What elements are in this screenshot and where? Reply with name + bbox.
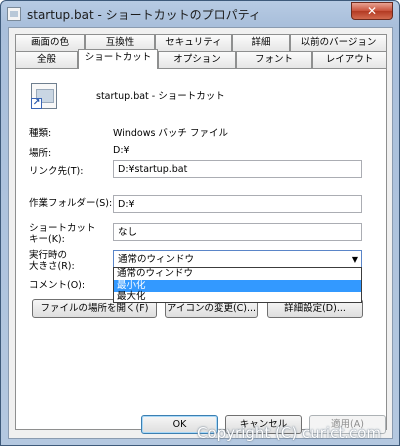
divider bbox=[29, 187, 363, 188]
shortcut-name: startup.bat - ショートカット bbox=[96, 91, 225, 102]
window-title: startup.bat - ショートカットのプロパティ bbox=[27, 8, 261, 22]
run-size-dropdown: 通常のウィンドウ 最小化 最大化 bbox=[113, 267, 362, 303]
workdir-label: 作業フォルダー(S): bbox=[29, 198, 113, 209]
hotkey-label-line2: キー(K): bbox=[29, 234, 65, 245]
type-value: Windows バッチ ファイル bbox=[113, 128, 228, 139]
run-size-selected: 通常のウィンドウ bbox=[118, 254, 195, 265]
tab-shortcut[interactable]: ショートカット bbox=[78, 49, 158, 69]
title-bar[interactable]: startup.bat - ショートカットのプロパティ ✕ bbox=[1, 1, 399, 26]
properties-window: startup.bat - ショートカットのプロパティ ✕ 画面の色 互換性 セ… bbox=[0, 0, 400, 446]
run-size-select[interactable]: 通常のウィンドウ ▼ bbox=[113, 250, 362, 268]
copyright-watermark: Copyright (C) curict.com bbox=[197, 424, 382, 442]
shortcut-file-icon bbox=[7, 7, 21, 21]
location-label: 場所: bbox=[29, 148, 52, 159]
tab-previous-versions[interactable]: 以前のバージョン bbox=[290, 34, 387, 51]
tab-security[interactable]: セキュリティ bbox=[155, 34, 232, 51]
run-label-line2: 大きさ(R): bbox=[29, 261, 75, 272]
tab-screen-colors[interactable]: 画面の色 bbox=[15, 34, 85, 51]
target-input[interactable]: D:¥startup.bat bbox=[113, 160, 362, 178]
target-label: リンク先(T): bbox=[29, 166, 84, 177]
location-value: D:¥ bbox=[113, 145, 130, 156]
workdir-input[interactable]: D:¥ bbox=[113, 195, 362, 213]
option-maximized[interactable]: 最大化 bbox=[114, 291, 361, 303]
tab-general[interactable]: 全般 bbox=[15, 51, 78, 68]
tab-font[interactable]: フォント bbox=[236, 51, 312, 68]
type-label: 種類: bbox=[29, 128, 52, 139]
tab-options[interactable]: オプション bbox=[158, 51, 236, 68]
comment-label: コメント(O): bbox=[29, 280, 86, 291]
option-normal-window[interactable]: 通常のウィンドウ bbox=[114, 268, 361, 280]
tab-details[interactable]: 詳細 bbox=[232, 34, 290, 51]
chevron-down-icon[interactable]: ▼ bbox=[352, 253, 358, 266]
shortcut-arrow-icon: ↗ bbox=[31, 98, 42, 109]
shortcut-tab-panel bbox=[15, 68, 387, 430]
close-button[interactable]: ✕ bbox=[351, 2, 393, 20]
divider bbox=[29, 118, 363, 119]
tab-layout[interactable]: レイアウト bbox=[312, 51, 387, 68]
hotkey-input[interactable]: なし bbox=[113, 223, 362, 241]
